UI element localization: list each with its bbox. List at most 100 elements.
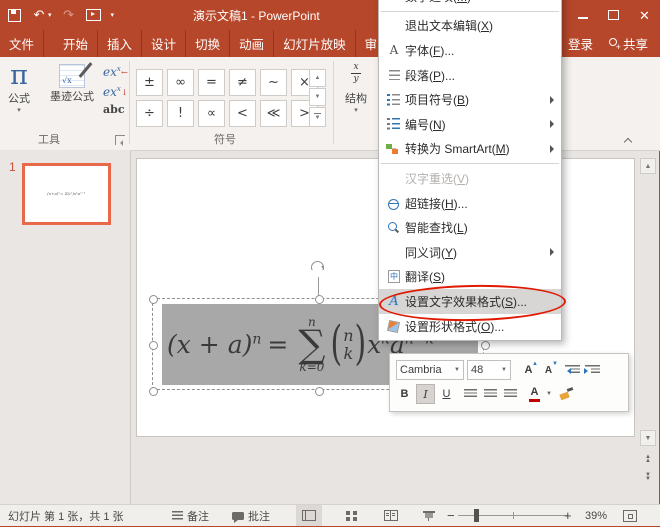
- resize-handle-middle-right[interactable]: [481, 341, 490, 350]
- ribbon-tab-4[interactable]: 设计: [142, 30, 186, 57]
- menu-item-12[interactable]: 同义词(Y): [379, 240, 561, 265]
- minimize-icon: [578, 17, 588, 19]
- ribbon-tab-7[interactable]: 幻灯片放映: [274, 30, 356, 57]
- slide-thumbnail[interactable]: (x+a)ⁿ= Σ(ₖⁿ)xᵏaⁿ⁻ᵏ: [22, 163, 111, 225]
- notes-toggle[interactable]: 备注: [172, 505, 209, 526]
- comments-toggle[interactable]: 批注: [232, 505, 270, 526]
- symbol-button[interactable]: ≪: [260, 100, 287, 127]
- zoom-out-button[interactable]: −: [447, 505, 455, 526]
- symbol-button[interactable]: ∝: [198, 100, 225, 127]
- collapse-ribbon-icon[interactable]: [624, 136, 632, 144]
- undo-dropdown-icon[interactable]: ▾: [48, 11, 52, 19]
- scroll-down-icon[interactable]: ▼: [640, 430, 656, 446]
- linear-arrow-icon: ↓: [121, 86, 128, 99]
- font-size-combo[interactable]: 48 ▼: [467, 360, 511, 380]
- menu-item-label: 项目符号(B): [405, 91, 550, 108]
- undo-button[interactable]: ↶ ▾: [31, 7, 52, 23]
- ribbon-tab-3[interactable]: 插入: [98, 30, 142, 57]
- equation-button[interactable]: π 公式 ▾: [8, 62, 30, 114]
- align-left-button[interactable]: [462, 385, 479, 403]
- slide-sorter-icon: [346, 511, 357, 521]
- menu-item-math-options[interactable]: 数学选项(M): [379, 0, 561, 9]
- ribbon-tab-6[interactable]: 动画: [230, 30, 274, 57]
- menu-item-bullets[interactable]: 项目符号(B): [379, 87, 561, 112]
- normal-view-button[interactable]: [296, 505, 322, 526]
- slideshow-view-button[interactable]: [416, 505, 442, 526]
- close-button[interactable]: ✕: [629, 0, 660, 30]
- zoom-level[interactable]: 39%: [585, 505, 607, 526]
- menu-item-label: 汉字重选(V): [405, 170, 559, 187]
- shape-format-icon: [383, 319, 405, 333]
- symbols-scroll-down-icon[interactable]: ▼: [309, 88, 326, 106]
- symbol-button[interactable]: ~: [260, 69, 287, 96]
- reading-view-button[interactable]: [378, 505, 404, 526]
- bold-button[interactable]: B: [396, 385, 413, 403]
- symbol-row: ±∞=≠~×: [136, 69, 318, 96]
- customize-qat-icon[interactable]: ▾: [111, 11, 115, 19]
- zoom-slider-thumb[interactable]: [474, 509, 479, 522]
- professional-button[interactable]: exx←: [103, 63, 121, 79]
- symbols-scroll-up-icon[interactable]: ▲: [309, 69, 326, 87]
- symbols-more-icon[interactable]: ▼: [309, 107, 326, 127]
- normal-text-button[interactable]: abc: [103, 103, 125, 116]
- ink-equation-button[interactable]: √x 墨迹公式: [50, 62, 94, 104]
- format-painter-button[interactable]: [558, 385, 575, 403]
- sign-in-link[interactable]: 登录: [568, 34, 593, 53]
- symbol-button[interactable]: !: [167, 100, 194, 127]
- symbol-button[interactable]: ∞: [167, 69, 194, 96]
- ribbon-tab-1[interactable]: 文件: [0, 30, 44, 57]
- italic-button[interactable]: I: [416, 384, 435, 404]
- resize-handle-top-center[interactable]: [315, 295, 324, 304]
- menu-item-smart-lookup[interactable]: 智能查找(L): [379, 215, 561, 240]
- resize-handle-middle-left[interactable]: [149, 341, 158, 350]
- symbol-button[interactable]: =: [198, 69, 225, 96]
- structures-button[interactable]: xy 结构 ▾: [337, 63, 375, 114]
- submenu-arrow-icon: [550, 248, 554, 256]
- font-name-value: Cambria: [400, 364, 450, 376]
- resize-handle-bottom-left[interactable]: [149, 387, 158, 396]
- slide-scrollbar: ▲ ▼ ▲▲ ▼▼: [640, 158, 657, 488]
- font-name-combo[interactable]: Cambria ▼: [396, 360, 464, 380]
- undo-icon: ↶: [31, 7, 47, 23]
- grow-font-button[interactable]: A▲: [520, 361, 537, 379]
- symbol-button[interactable]: <: [229, 100, 256, 127]
- shrink-font-button[interactable]: A▼: [540, 361, 557, 379]
- align-right-icon: [504, 389, 517, 399]
- menu-item-2[interactable]: 退出文本编辑(X): [379, 14, 561, 39]
- menu-item-smartart[interactable]: 转换为 SmartArt(M): [379, 137, 561, 162]
- symbol-button[interactable]: ÷: [136, 100, 163, 127]
- menu-item-numbering[interactable]: 编号(N): [379, 112, 561, 137]
- align-right-button[interactable]: [502, 385, 519, 403]
- font-color-button[interactable]: A: [526, 385, 543, 403]
- next-slide-icon[interactable]: ▼▼: [640, 470, 656, 484]
- slide-sorter-view-button[interactable]: [338, 505, 364, 526]
- start-slideshow-icon[interactable]: [86, 7, 102, 23]
- resize-handle-top-left[interactable]: [149, 295, 158, 304]
- previous-slide-icon[interactable]: ▲▲: [640, 452, 656, 466]
- ink-equation-icon: √x: [59, 64, 85, 88]
- underline-button[interactable]: U: [438, 385, 455, 403]
- menu-item-font[interactable]: 字体(F)...: [379, 38, 561, 63]
- align-center-button[interactable]: [482, 385, 499, 403]
- decrease-indent-button[interactable]: [564, 361, 581, 379]
- symbol-button[interactable]: ≠: [229, 69, 256, 96]
- increase-indent-button[interactable]: [584, 361, 601, 379]
- tools-dialog-launcher-icon[interactable]: [115, 135, 125, 145]
- maximize-button[interactable]: [598, 0, 629, 30]
- menu-item-paragraph[interactable]: 段落(P)...: [379, 63, 561, 88]
- font-color-dropdown-icon[interactable]: ▼: [546, 391, 552, 397]
- save-icon[interactable]: [6, 7, 22, 23]
- ribbon-tab-2[interactable]: 开始: [54, 30, 98, 57]
- share-label: 共享: [623, 34, 648, 53]
- scroll-up-icon[interactable]: ▲: [640, 158, 656, 174]
- symbol-button[interactable]: ±: [136, 69, 163, 96]
- ribbon-tab-5[interactable]: 切换: [186, 30, 230, 57]
- linear-button[interactable]: exx↓: [103, 83, 121, 99]
- zoom-in-button[interactable]: +: [564, 505, 572, 526]
- window-controls: ✕: [567, 0, 660, 30]
- minimize-button[interactable]: [567, 0, 598, 30]
- menu-item-hyperlink[interactable]: 超链接(H)...: [379, 191, 561, 216]
- share-button[interactable]: 共享: [607, 34, 648, 53]
- resize-handle-bottom-center[interactable]: [315, 387, 324, 396]
- fit-to-window-button[interactable]: [623, 505, 637, 526]
